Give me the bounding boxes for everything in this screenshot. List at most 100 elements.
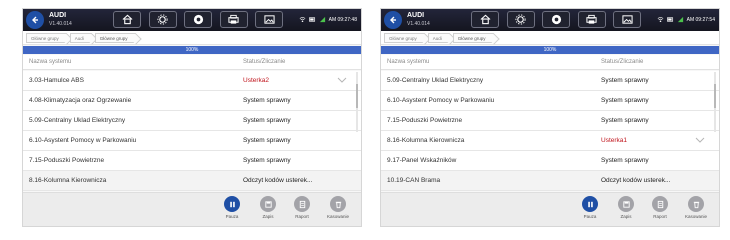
save-icon <box>264 200 272 208</box>
save-label: Zapis <box>262 214 274 219</box>
report-icon <box>657 200 663 208</box>
column-header-status: Status/Zliczanie <box>243 59 286 65</box>
scrollbar[interactable] <box>714 72 716 132</box>
breadcrumb-item[interactable]: Audi <box>427 32 450 43</box>
system-status: Odczyt kodów usterek... <box>601 177 671 184</box>
delete-icon <box>335 201 341 208</box>
home-icon <box>480 14 490 25</box>
settings-gear-icon <box>515 14 526 25</box>
save-button[interactable]: Zapis <box>251 196 285 219</box>
system-name: 10.19-CAN Brama <box>387 177 441 184</box>
breadcrumb-item[interactable]: Główne grupy <box>26 32 67 43</box>
signal-icon <box>319 16 325 23</box>
table-row[interactable]: 5.09-Centralny Uklad Elektryczny System s… <box>23 111 361 131</box>
system-name: 3.03-Hamulce ABS <box>29 77 84 84</box>
image-gallery-icon <box>263 15 275 24</box>
system-name: 6.10-Asystent Pomocy w Parkowaniu <box>387 97 495 104</box>
gallery-button[interactable] <box>613 11 641 28</box>
top-navigation <box>471 11 641 29</box>
breadcrumb-item-current: Główne grupy <box>94 32 136 43</box>
table-row[interactable]: 5.09-Centralny Uklad Elektryczny System s… <box>381 71 719 91</box>
pause-button[interactable]: Pauza <box>215 196 249 219</box>
printer-icon <box>586 14 597 24</box>
report-icon <box>299 200 305 208</box>
column-header-status: Status/Zliczanie <box>601 59 644 65</box>
table-row[interactable]: 6.10-Asystent Pomocy w Parkowaniu System … <box>23 131 361 151</box>
software-version: V1.40.014 <box>49 21 72 27</box>
table-row[interactable]: 3.03-Hamulce ABS Usterka2 <box>23 71 361 91</box>
system-name: 6.10-Asystent Pomocy w Parkowaniu <box>29 137 137 144</box>
systems-list: 5.09-Centralny Uklad Elektryczny System s… <box>381 71 719 191</box>
report-button[interactable]: Raport <box>643 196 677 219</box>
delete-button[interactable]: Kasowanie <box>321 196 355 219</box>
printer-icon <box>228 14 239 24</box>
settings-button[interactable] <box>148 11 177 28</box>
system-name: 8.16-Kolumna Kierownicza <box>387 137 465 144</box>
chevron-down-icon[interactable] <box>695 136 705 144</box>
system-status: System sprawny <box>243 97 291 104</box>
table-header: Nazwa systemu Status/Zliczanie <box>23 55 361 70</box>
table-row[interactable]: 7.15-Poduszki Powietrzne System sprawny <box>381 111 719 131</box>
breadcrumb: Główne grupy Audi Główne grupy <box>381 31 719 45</box>
print-button[interactable] <box>577 11 606 28</box>
top-bar: AUDI V1.40.014 AM 09:27:54 <box>381 9 719 31</box>
chevron-down-icon[interactable] <box>337 76 347 84</box>
delete-button[interactable]: Kasowanie <box>679 196 713 219</box>
table-row[interactable]: 9.17-Panel Wskaźników System sprawny <box>381 151 719 171</box>
delete-label: Kasowanie <box>326 214 349 219</box>
screenshot-pair: AUDI V1.40.014 AM 09:27:48 Główne grupy … <box>0 0 730 235</box>
system-name: 7.15-Poduszki Powietrzne <box>387 117 463 124</box>
wifi-icon <box>657 16 664 23</box>
table-row[interactable]: 6.10-Asystent Pomocy w Parkowaniu System … <box>381 91 719 111</box>
table-row[interactable]: 7.15-Poduszki Powietrzne System sprawny <box>23 151 361 171</box>
print-button[interactable] <box>219 11 248 28</box>
system-name: 9.17-Panel Wskaźników <box>387 157 457 164</box>
progress-label: 100% <box>185 47 199 53</box>
breadcrumb-item[interactable]: Audi <box>69 32 92 43</box>
scrollbar-thumb[interactable] <box>356 84 358 108</box>
scrollbar[interactable] <box>356 72 358 132</box>
record-button[interactable] <box>542 11 570 28</box>
action-bar: Pauza Zapis Raport Kasowanie <box>381 192 719 226</box>
table-row[interactable]: 4.08-Klimatyzacja oraz Ogrzewanie System … <box>23 91 361 111</box>
home-button[interactable] <box>471 11 499 28</box>
system-name: 5.09-Centralny Uklad Elektryczny <box>29 117 126 124</box>
progress-label: 100% <box>543 47 557 53</box>
progress-bar: 100% <box>381 46 719 54</box>
pause-icon <box>229 201 235 207</box>
battery-icon <box>308 17 315 22</box>
back-arrow-icon <box>32 16 38 24</box>
system-name: 4.08-Klimatyzacja oraz Ogrzewanie <box>29 97 132 104</box>
pause-label: Pauza <box>583 214 597 219</box>
settings-button[interactable] <box>506 11 535 28</box>
vehicle-info: AUDI V1.40.014 <box>49 12 72 28</box>
report-button[interactable]: Raport <box>285 196 319 219</box>
breadcrumb-item[interactable]: Główne grupy <box>384 32 425 43</box>
gallery-button[interactable] <box>255 11 283 28</box>
table-row[interactable]: 8.16-Kolumna Kierownicza Odczyt kodów ust… <box>23 171 361 191</box>
save-button[interactable]: Zapis <box>609 196 643 219</box>
system-status: System sprawny <box>243 137 291 144</box>
table-row[interactable]: 8.16-Kolumna Kierownicza Usterka1 <box>381 131 719 151</box>
scrollbar-thumb[interactable] <box>714 84 716 108</box>
pause-button[interactable]: Pauza <box>573 196 607 219</box>
home-icon <box>122 14 132 25</box>
diagnostic-screen-left: AUDI V1.40.014 AM 09:27:48 Główne grupy … <box>22 8 362 227</box>
top-bar: AUDI V1.40.014 AM 09:27:48 <box>23 9 361 31</box>
settings-gear-icon <box>157 14 168 25</box>
record-icon <box>193 14 203 25</box>
system-status: Odczyt kodów usterek... <box>243 177 313 184</box>
record-button[interactable] <box>184 11 212 28</box>
table-row[interactable]: 10.19-CAN Brama Odczyt kodów usterek... <box>381 171 719 191</box>
home-button[interactable] <box>113 11 141 28</box>
system-status: System sprawny <box>601 117 649 124</box>
progress-bar: 100% <box>23 46 361 54</box>
delete-icon <box>693 201 699 208</box>
record-icon <box>551 14 561 25</box>
breadcrumb: Główne grupy Audi Główne grupy <box>23 31 361 45</box>
back-button[interactable] <box>384 11 402 29</box>
clock: AM 09:27:54 <box>686 16 715 23</box>
column-header-name: Nazwa systemu <box>29 59 72 65</box>
back-button[interactable] <box>26 11 44 29</box>
system-name: 8.16-Kolumna Kierownicza <box>29 177 107 184</box>
